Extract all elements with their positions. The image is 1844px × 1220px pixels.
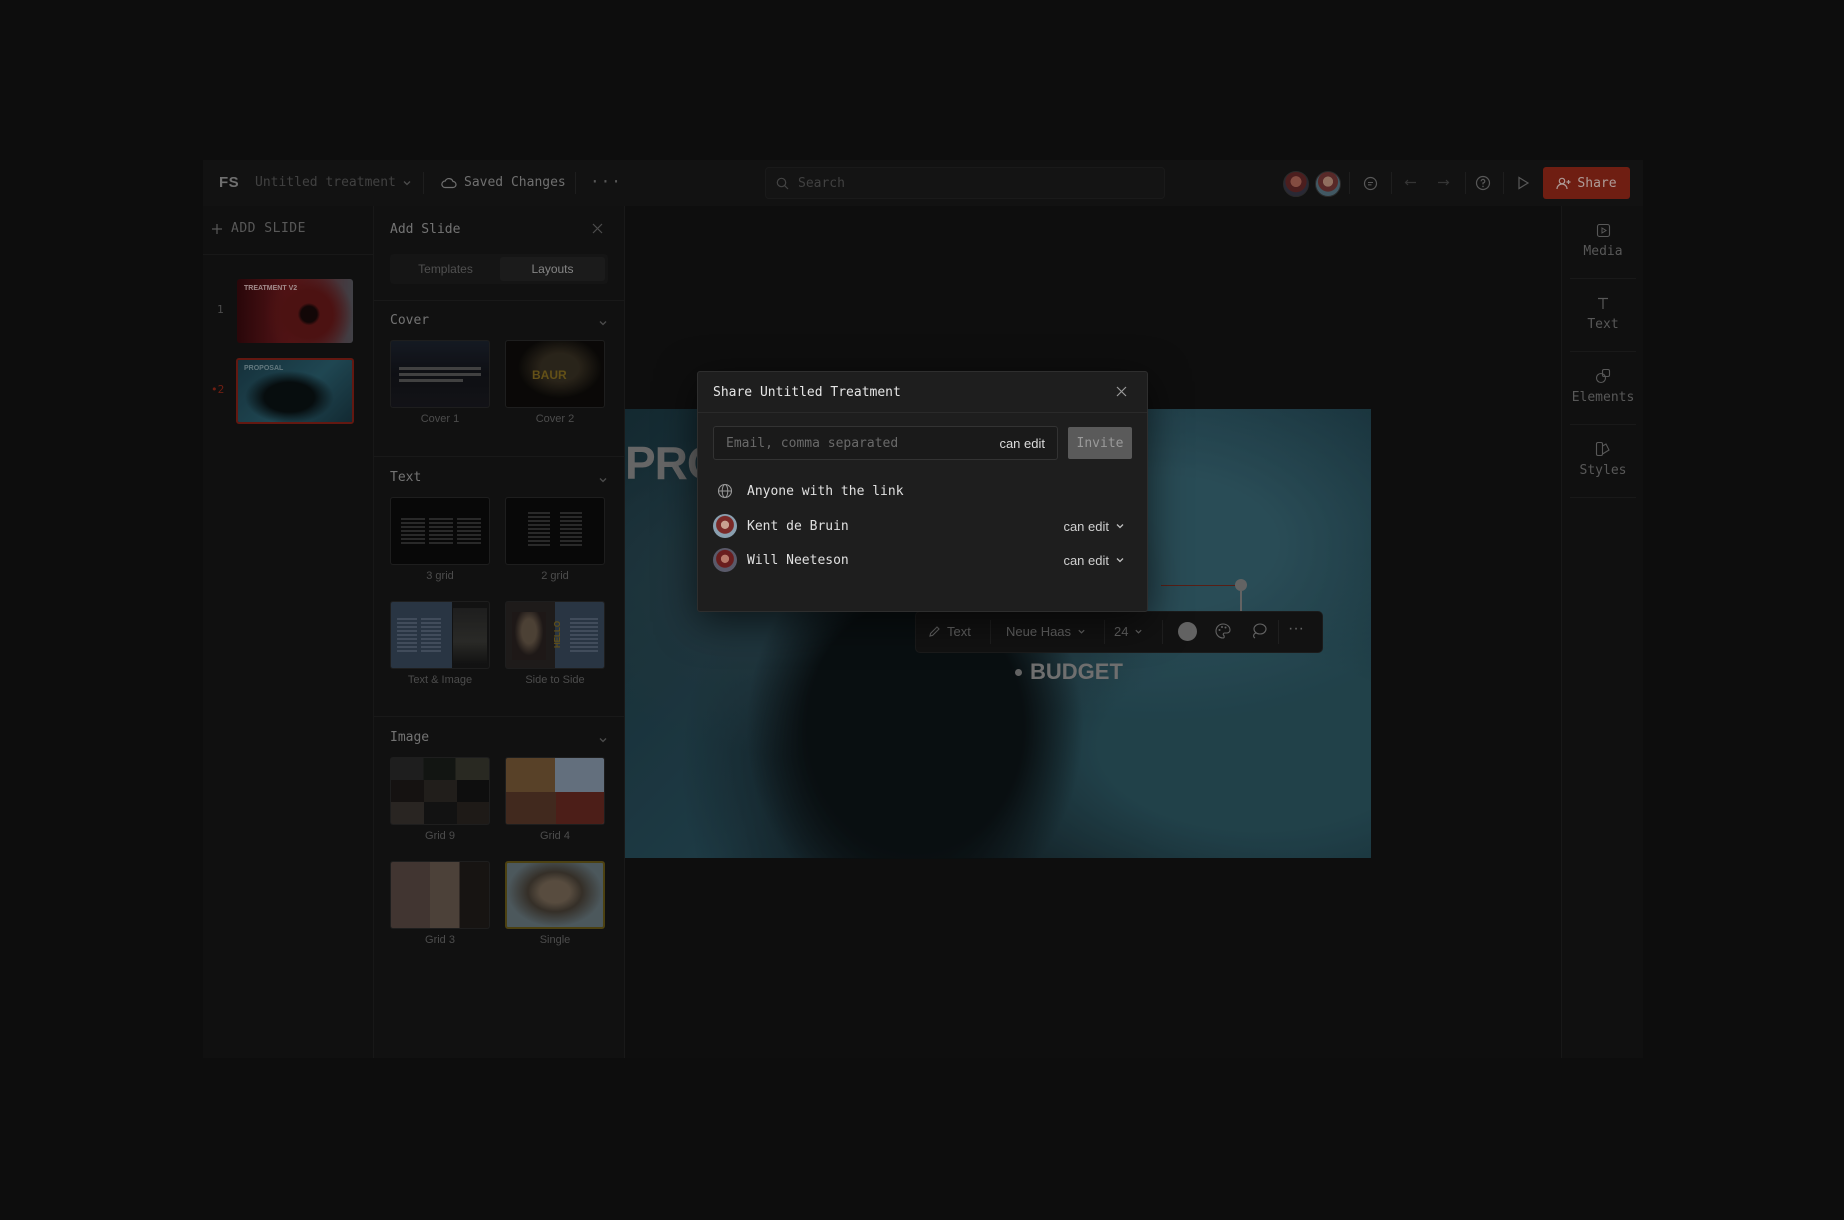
modal-header: Share Untitled Treatment: [698, 372, 1147, 413]
chevron-down-icon: [1116, 524, 1124, 529]
member-permission-select[interactable]: can edit: [1063, 553, 1125, 568]
permission-label: can edit: [1063, 552, 1109, 568]
link-access-label: Anyone with the link: [747, 483, 904, 499]
close-icon[interactable]: [1116, 383, 1127, 401]
chevron-down-icon: [1116, 558, 1124, 563]
invite-button[interactable]: Invite: [1068, 427, 1132, 459]
email-permission-select[interactable]: can edit: [999, 436, 1045, 451]
modal-title: Share Untitled Treatment: [713, 385, 901, 400]
link-access-row[interactable]: Anyone with the link: [713, 476, 1133, 506]
globe-icon: [717, 483, 733, 499]
share-modal: Share Untitled Treatment Email, comma se…: [697, 371, 1148, 612]
avatar: [713, 548, 737, 572]
email-placeholder: Email, comma separated: [726, 436, 899, 451]
avatar: [713, 514, 737, 538]
email-input[interactable]: Email, comma separated can edit: [713, 426, 1058, 460]
permission-label: can edit: [1063, 518, 1109, 534]
member-permission-select[interactable]: can edit: [1063, 519, 1125, 534]
member-row: Kent de Bruin can edit: [713, 511, 1133, 541]
member-name: Kent de Bruin: [747, 518, 849, 534]
member-row: Will Neeteson can edit: [713, 545, 1133, 575]
member-name: Will Neeteson: [747, 552, 849, 568]
